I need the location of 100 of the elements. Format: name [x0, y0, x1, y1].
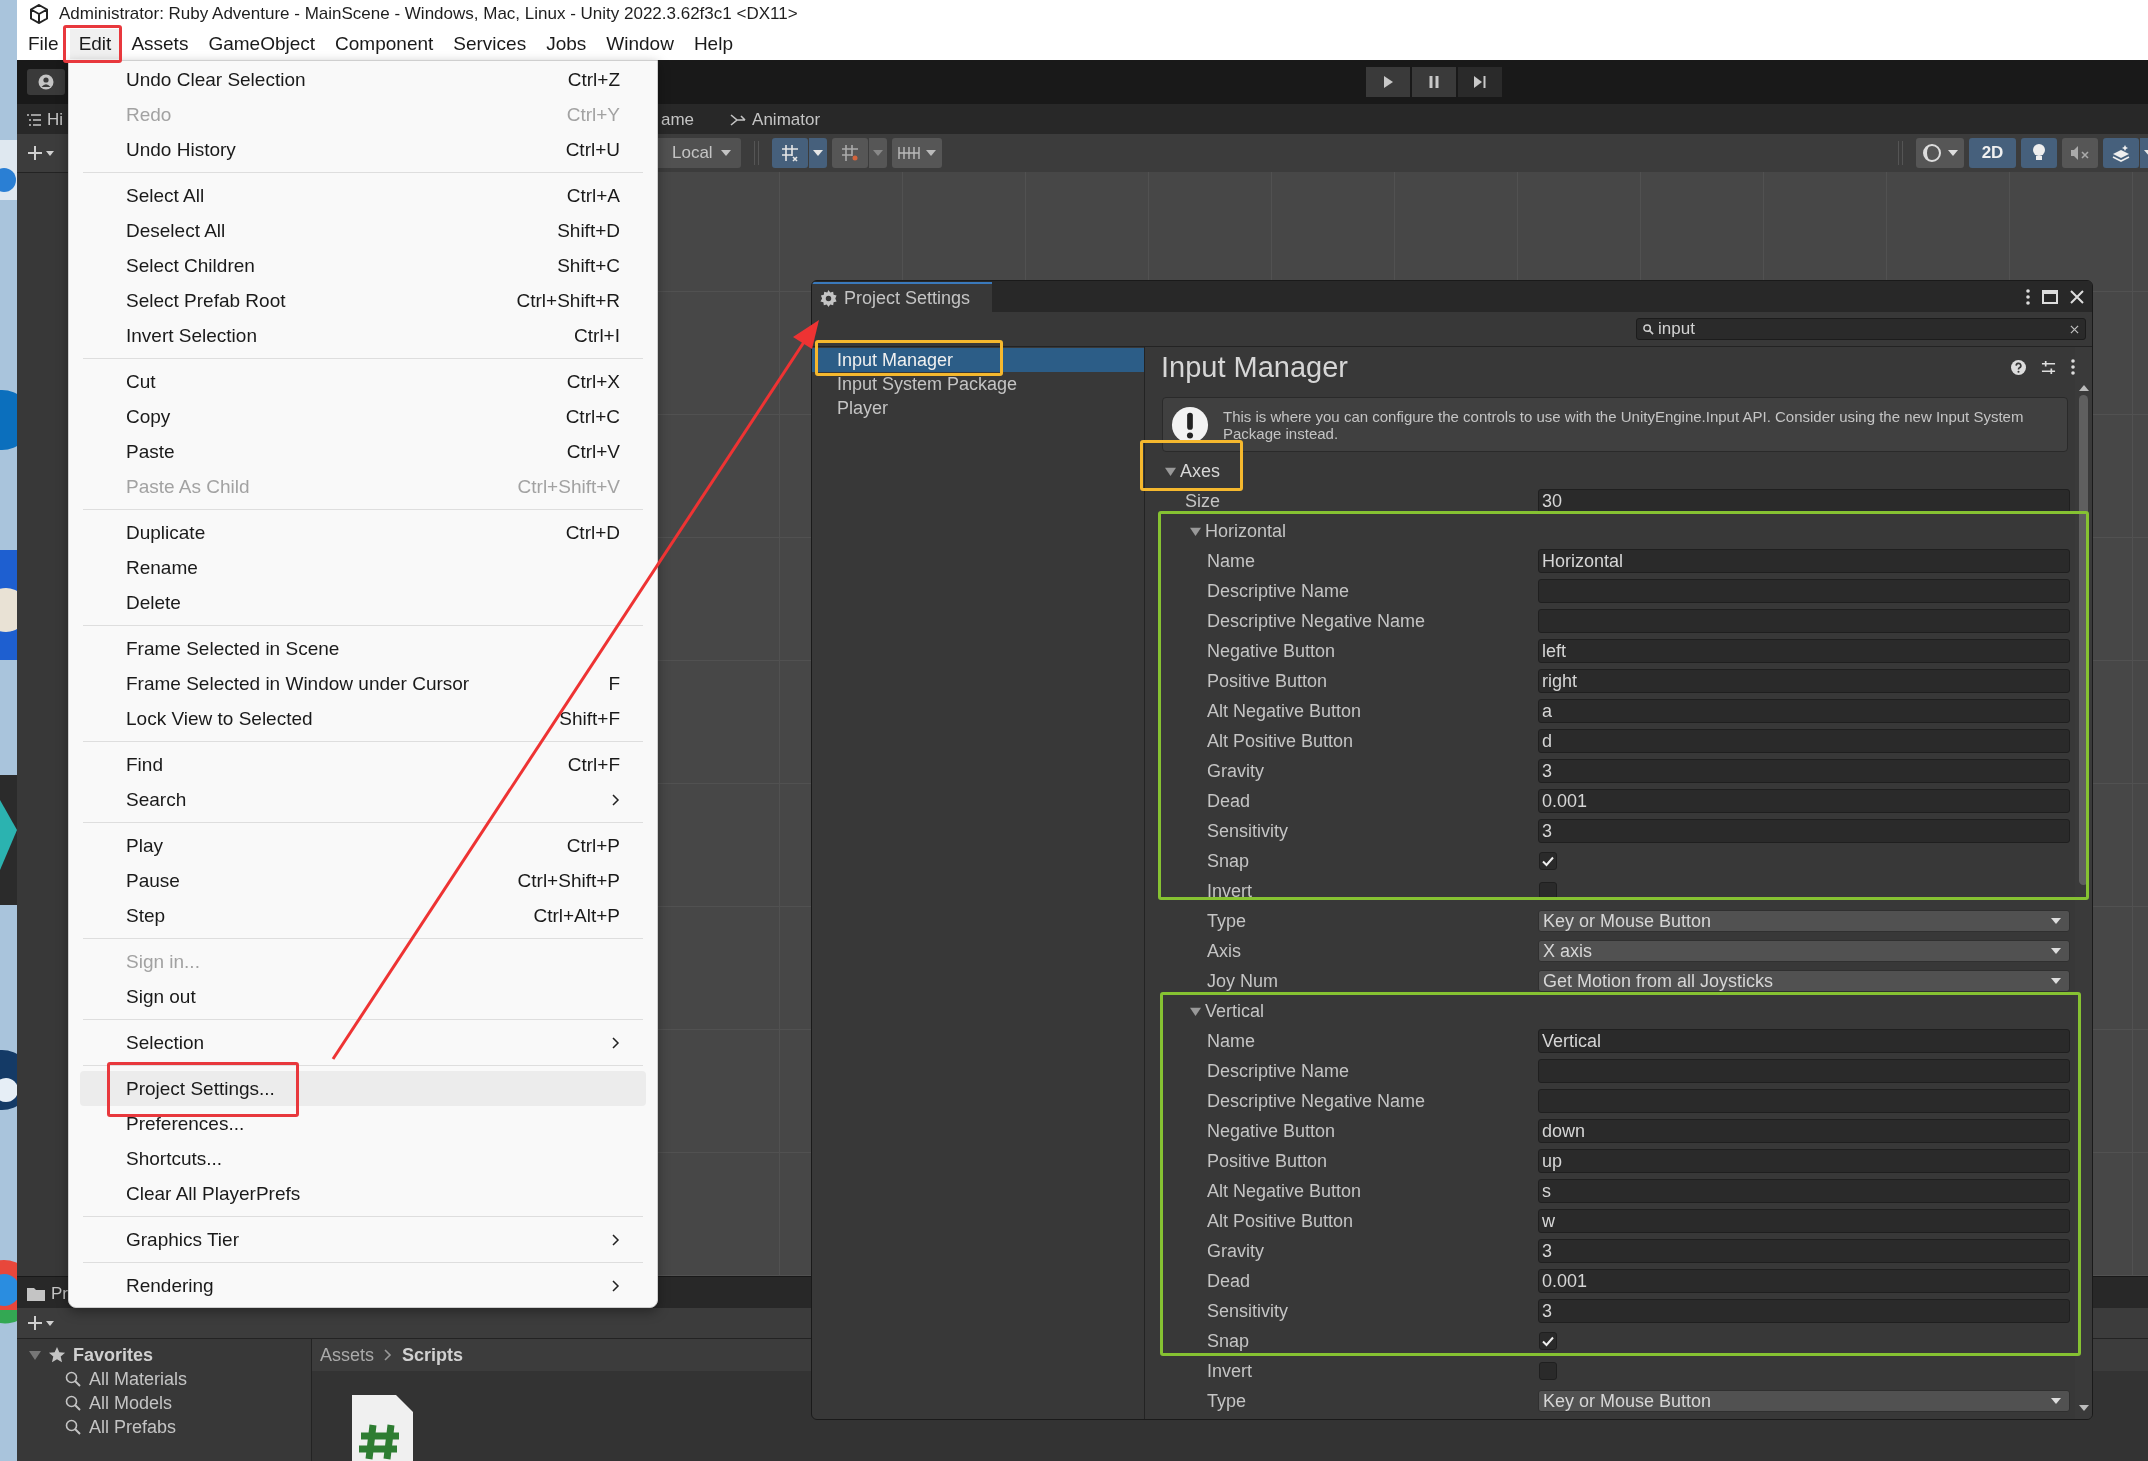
text-field[interactable]: up: [1538, 1149, 2070, 1173]
dropdown[interactable]: Get Motion from all Joysticks: [1538, 970, 2070, 992]
dropdown-button[interactable]: [808, 138, 827, 168]
ruler-dropdown[interactable]: [891, 138, 942, 168]
menu-item[interactable]: Sign out: [80, 979, 646, 1014]
breadcrumb-link[interactable]: Scripts: [402, 1344, 464, 1366]
menu-item[interactable]: Invert Selection Ctrl+I: [80, 318, 646, 353]
sliders-icon[interactable]: [2041, 359, 2056, 375]
text-field[interactable]: Horizontal: [1538, 549, 2070, 573]
pause-button[interactable]: [1412, 67, 1456, 97]
expand-triangle-icon[interactable]: [1190, 1005, 1201, 1017]
expand-triangle-icon[interactable]: [1165, 465, 1176, 477]
menu-item[interactable]: Shortcuts...: [80, 1141, 646, 1176]
window-tab[interactable]: Project Settings: [812, 282, 993, 312]
text-field[interactable]: down: [1538, 1119, 2070, 1143]
scroll-down-icon[interactable]: [2078, 1405, 2089, 1411]
hierarchy-tab[interactable]: Hi: [17, 106, 74, 134]
scrollbar-thumb[interactable]: [2079, 395, 2088, 885]
add-button[interactable]: [25, 143, 57, 163]
menu-bar-item[interactable]: Component: [326, 29, 443, 59]
text-field[interactable]: a: [1538, 699, 2070, 723]
menu-bar-item[interactable]: File: [19, 29, 68, 59]
text-field[interactable]: [1538, 609, 2070, 633]
project-tab[interactable]: Pr: [17, 1280, 78, 1308]
menu-item[interactable]: Clear All PlayerPrefs: [80, 1176, 646, 1211]
effects-button[interactable]: [2103, 138, 2139, 168]
menu-bar-item[interactable]: Services: [444, 29, 536, 59]
clear-icon[interactable]: [2070, 324, 2079, 334]
menu-item[interactable]: Preferences...: [80, 1106, 646, 1141]
play-button[interactable]: [1366, 67, 1410, 97]
grid-snap-button[interactable]: [771, 138, 808, 168]
menu-item[interactable]: Search: [80, 782, 646, 817]
dropdown[interactable]: Key or Mouse Button: [1538, 910, 2070, 932]
menu-item[interactable]: Delete: [80, 585, 646, 620]
menu-item[interactable]: Frame Selected in Window under Cursor F: [80, 666, 646, 701]
favorite-item[interactable]: All Materials: [89, 1368, 188, 1390]
search-field[interactable]: input: [1636, 318, 2086, 340]
text-field[interactable]: right: [1538, 669, 2070, 693]
menu-item[interactable]: Select All Ctrl+A: [80, 178, 646, 213]
menu-bar-item[interactable]: Jobs: [537, 29, 596, 59]
dropdown[interactable]: Key or Mouse Button: [1538, 1390, 2070, 1412]
menu-bar-item[interactable]: GameObject: [199, 29, 325, 59]
audio-button[interactable]: [2062, 138, 2098, 168]
settings-category[interactable]: Input System Package: [812, 372, 1144, 396]
help-icon[interactable]: [2011, 359, 2026, 375]
step-button[interactable]: [1458, 67, 1502, 97]
account-button[interactable]: [27, 69, 65, 95]
menu-item[interactable]: Deselect All Shift+D: [80, 213, 646, 248]
game-tab[interactable]: ame: [658, 106, 721, 134]
grid-button[interactable]: [831, 138, 868, 168]
text-field[interactable]: s: [1538, 1179, 2070, 1203]
expand-triangle-icon[interactable]: [1190, 525, 1201, 537]
menu-item[interactable]: Step Ctrl+Alt+P: [80, 898, 646, 933]
menu-bar-item[interactable]: Assets: [122, 29, 198, 59]
settings-category[interactable]: Player: [812, 396, 1144, 420]
menu-item[interactable]: Rendering: [80, 1268, 646, 1303]
text-field[interactable]: 0.001: [1538, 1269, 2070, 1293]
menu-item[interactable]: Lock View to Selected Shift+F: [80, 701, 646, 736]
favorite-item[interactable]: All Models: [89, 1392, 173, 1414]
menu-item[interactable]: Graphics Tier: [80, 1222, 646, 1257]
scroll-up-icon[interactable]: [2078, 385, 2089, 391]
text-field[interactable]: d: [1538, 729, 2070, 753]
text-field[interactable]: 3: [1538, 759, 2070, 783]
text-field[interactable]: 3: [1538, 819, 2070, 843]
menu-item[interactable]: Frame Selected in Scene: [80, 631, 646, 666]
menu-bar-item[interactable]: Help: [684, 29, 742, 59]
text-field[interactable]: w: [1538, 1209, 2070, 1233]
lighting-button[interactable]: [2021, 138, 2057, 168]
text-field[interactable]: 0.001: [1538, 789, 2070, 813]
menu-bar-item[interactable]: Window: [597, 29, 683, 59]
close-icon[interactable]: [2070, 290, 2084, 304]
text-field[interactable]: Vertical: [1538, 1029, 2070, 1053]
menu-item[interactable]: Cut Ctrl+X: [80, 364, 646, 399]
animator-tab[interactable]: Animator: [720, 106, 831, 134]
checkbox[interactable]: [1539, 1362, 1557, 1380]
menu-item[interactable]: Project Settings...: [80, 1071, 646, 1106]
menu-item[interactable]: Undo History Ctrl+U: [80, 132, 646, 167]
add-button[interactable]: [25, 1313, 57, 1333]
pivot-dropdown[interactable]: Local: [658, 138, 741, 168]
menu-item[interactable]: Paste Ctrl+V: [80, 434, 646, 469]
menu-item[interactable]: Find Ctrl+F: [80, 747, 646, 782]
menu-item[interactable]: Pause Ctrl+Shift+P: [80, 863, 646, 898]
checkbox[interactable]: [1539, 852, 1557, 870]
menu-item[interactable]: Select Children Shift+C: [80, 248, 646, 283]
text-field[interactable]: 3: [1538, 1239, 2070, 1263]
checkbox[interactable]: [1539, 1332, 1557, 1350]
menu-item[interactable]: Duplicate Ctrl+D: [80, 515, 646, 550]
maximize-icon[interactable]: [2042, 290, 2058, 304]
shading-dropdown[interactable]: [1916, 138, 1964, 168]
expand-triangle-icon[interactable]: [29, 1349, 41, 1361]
text-field[interactable]: [1538, 579, 2070, 603]
text-field[interactable]: [1538, 1089, 2070, 1113]
breadcrumb-link[interactable]: Assets: [320, 1344, 375, 1366]
menu-item[interactable]: Copy Ctrl+C: [80, 399, 646, 434]
dropdown[interactable]: X axis: [1538, 940, 2070, 962]
text-field[interactable]: 3: [1538, 1299, 2070, 1323]
menu-item[interactable]: Selection: [80, 1025, 646, 1060]
settings-category[interactable]: Input Manager: [812, 348, 1144, 372]
text-field[interactable]: 30: [1538, 489, 2070, 513]
more-options-icon[interactable]: [2071, 359, 2075, 375]
